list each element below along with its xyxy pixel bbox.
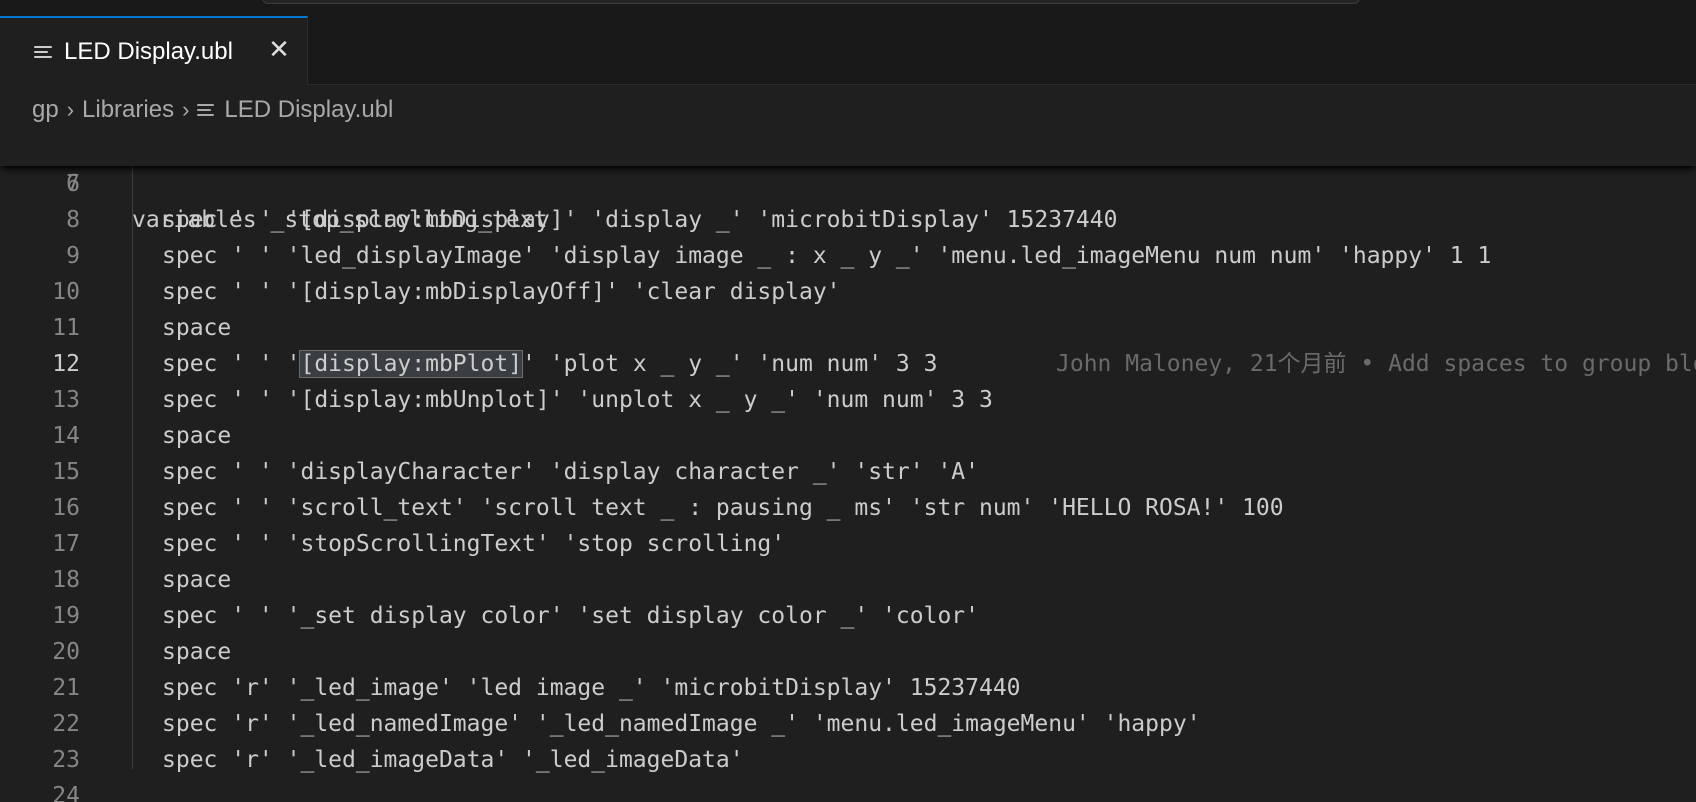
code-line-row[interactable]: 21 spec 'r' '_led_image' 'led image _' 'm… [0,670,1696,706]
code-line-row[interactable]: 11 space [0,310,1696,346]
code-line-row[interactable]: 10 spec ' ' '[display:mbDisplayOff]' 'cle… [0,274,1696,310]
code-line-row[interactable]: 12 spec ' ' '[display:mbPlot]' 'plot x _ … [0,346,1696,382]
code-line-row[interactable]: 7 [0,166,1696,202]
code-line: spec ' ' 'stopScrollingText' 'stop scrol… [162,531,786,557]
line-number: 20 [52,639,80,665]
breadcrumb-item-file[interactable]: LED Display.ubl [224,96,393,124]
code-line: variables _stop_scrolling_text [132,207,548,233]
line-number: 15 [52,459,80,485]
code-line-row[interactable]: 17 spec ' ' 'stopScrollingText' 'stop scr… [0,526,1696,562]
code-line: spec ' ' 'led_displayImage' 'display ima… [162,243,1492,269]
code-line-row[interactable]: 15 spec ' ' 'displayCharacter' 'display c… [0,454,1696,490]
code-line: space [162,639,232,665]
chevron-right-icon: › [66,97,75,122]
line-number: 17 [52,531,80,557]
line-number: 23 [52,747,80,773]
command-center[interactable] [262,0,1360,4]
line-number: 14 [52,423,80,449]
line-number: 11 [52,315,80,341]
code-text: spec ' ' ' [162,351,301,377]
line-number: 19 [52,603,80,629]
code-line: spec ' ' '[display:mbUnplot]' 'unplot x … [162,387,993,413]
tab-led-display[interactable]: LED Display.ubl ✕ [0,16,308,85]
code-line: spec ' ' '[display:mbDisplayOff]' 'clear… [162,279,841,305]
code-line: spec ' ' 'scroll_text' 'scroll text _ : … [162,495,1284,521]
code-line: spec 'r' '_led_namedImage' '_led_namedIm… [162,711,1201,737]
git-blame-annotation[interactable]: John Maloney, 21个月前 • Add spaces to grou… [1056,346,1696,382]
line-number: 12 [52,351,80,377]
line-number: 21 [52,675,80,701]
line-number: 24 [52,783,80,802]
code-editor[interactable]: 6 variables _stop_scrolling_text 7 8 spec … [0,130,1696,802]
breadcrumb-item-libraries[interactable]: Libraries [82,96,174,124]
code-line-row[interactable]: 22 spec 'r' '_led_namedImage' '_led_named… [0,706,1696,742]
line-number: 13 [52,387,80,413]
code-line-row[interactable]: 24 [0,778,1696,802]
code-line: space [162,315,232,341]
chevron-right-icon: › [182,97,190,122]
code-line: spec ' ' '[display:mbPlot]' 'plot x _ y … [162,346,937,382]
line-number: 18 [52,567,80,593]
file-lines-icon [34,43,52,61]
code-line-row[interactable]: 13 spec ' ' '[display:mbUnplot]' 'unplot … [0,382,1696,418]
tab-label: LED Display.ubl [64,37,233,65]
title-bar [0,0,1696,17]
code-line-row[interactable]: 16 spec ' ' 'scroll_text' 'scroll text _ … [0,490,1696,526]
code-line: spec ' ' 'displayCharacter' 'display cha… [162,459,979,485]
breadcrumb: gp › Libraries › LED Display.ubl [32,90,393,130]
bracket-match-highlight: [display:mbPlot] [299,350,524,378]
code-line-row[interactable]: 14 space [0,418,1696,454]
code-line: spec 'r' '_led_image' 'led image _' 'mic… [162,675,1021,701]
code-line-row[interactable]: 23 spec 'r' '_led_imageData' '_led_imageD… [0,742,1696,778]
file-lines-icon [197,101,215,119]
code-line-row[interactable]: 9 spec ' ' 'led_displayImage' 'display im… [0,238,1696,274]
breadcrumb-item-gp[interactable]: gp [32,96,59,124]
code-line-row[interactable]: 19 spec ' ' '_set display color' 'set dis… [0,598,1696,634]
code-line: space [162,567,232,593]
sticky-scroll-line[interactable]: 6 variables _stop_scrolling_text [0,130,1696,233]
code-text: ' 'plot x _ y _' 'num num' 3 3 [522,351,938,377]
line-number: 10 [52,279,80,305]
code-line-row[interactable]: 20 space [0,634,1696,670]
code-line: spec 'r' '_led_imageData' '_led_imageDat… [162,747,744,773]
line-number: 6 [66,171,80,197]
line-number: 22 [52,711,80,737]
editor-tab-bar: LED Display.ubl ✕ [0,16,1696,85]
line-number: 16 [52,495,80,521]
code-line: space [162,423,232,449]
code-line-row[interactable]: 18 space [0,562,1696,598]
close-icon[interactable]: ✕ [266,35,292,65]
code-line: spec ' ' '_set display color' 'set displ… [162,603,979,629]
